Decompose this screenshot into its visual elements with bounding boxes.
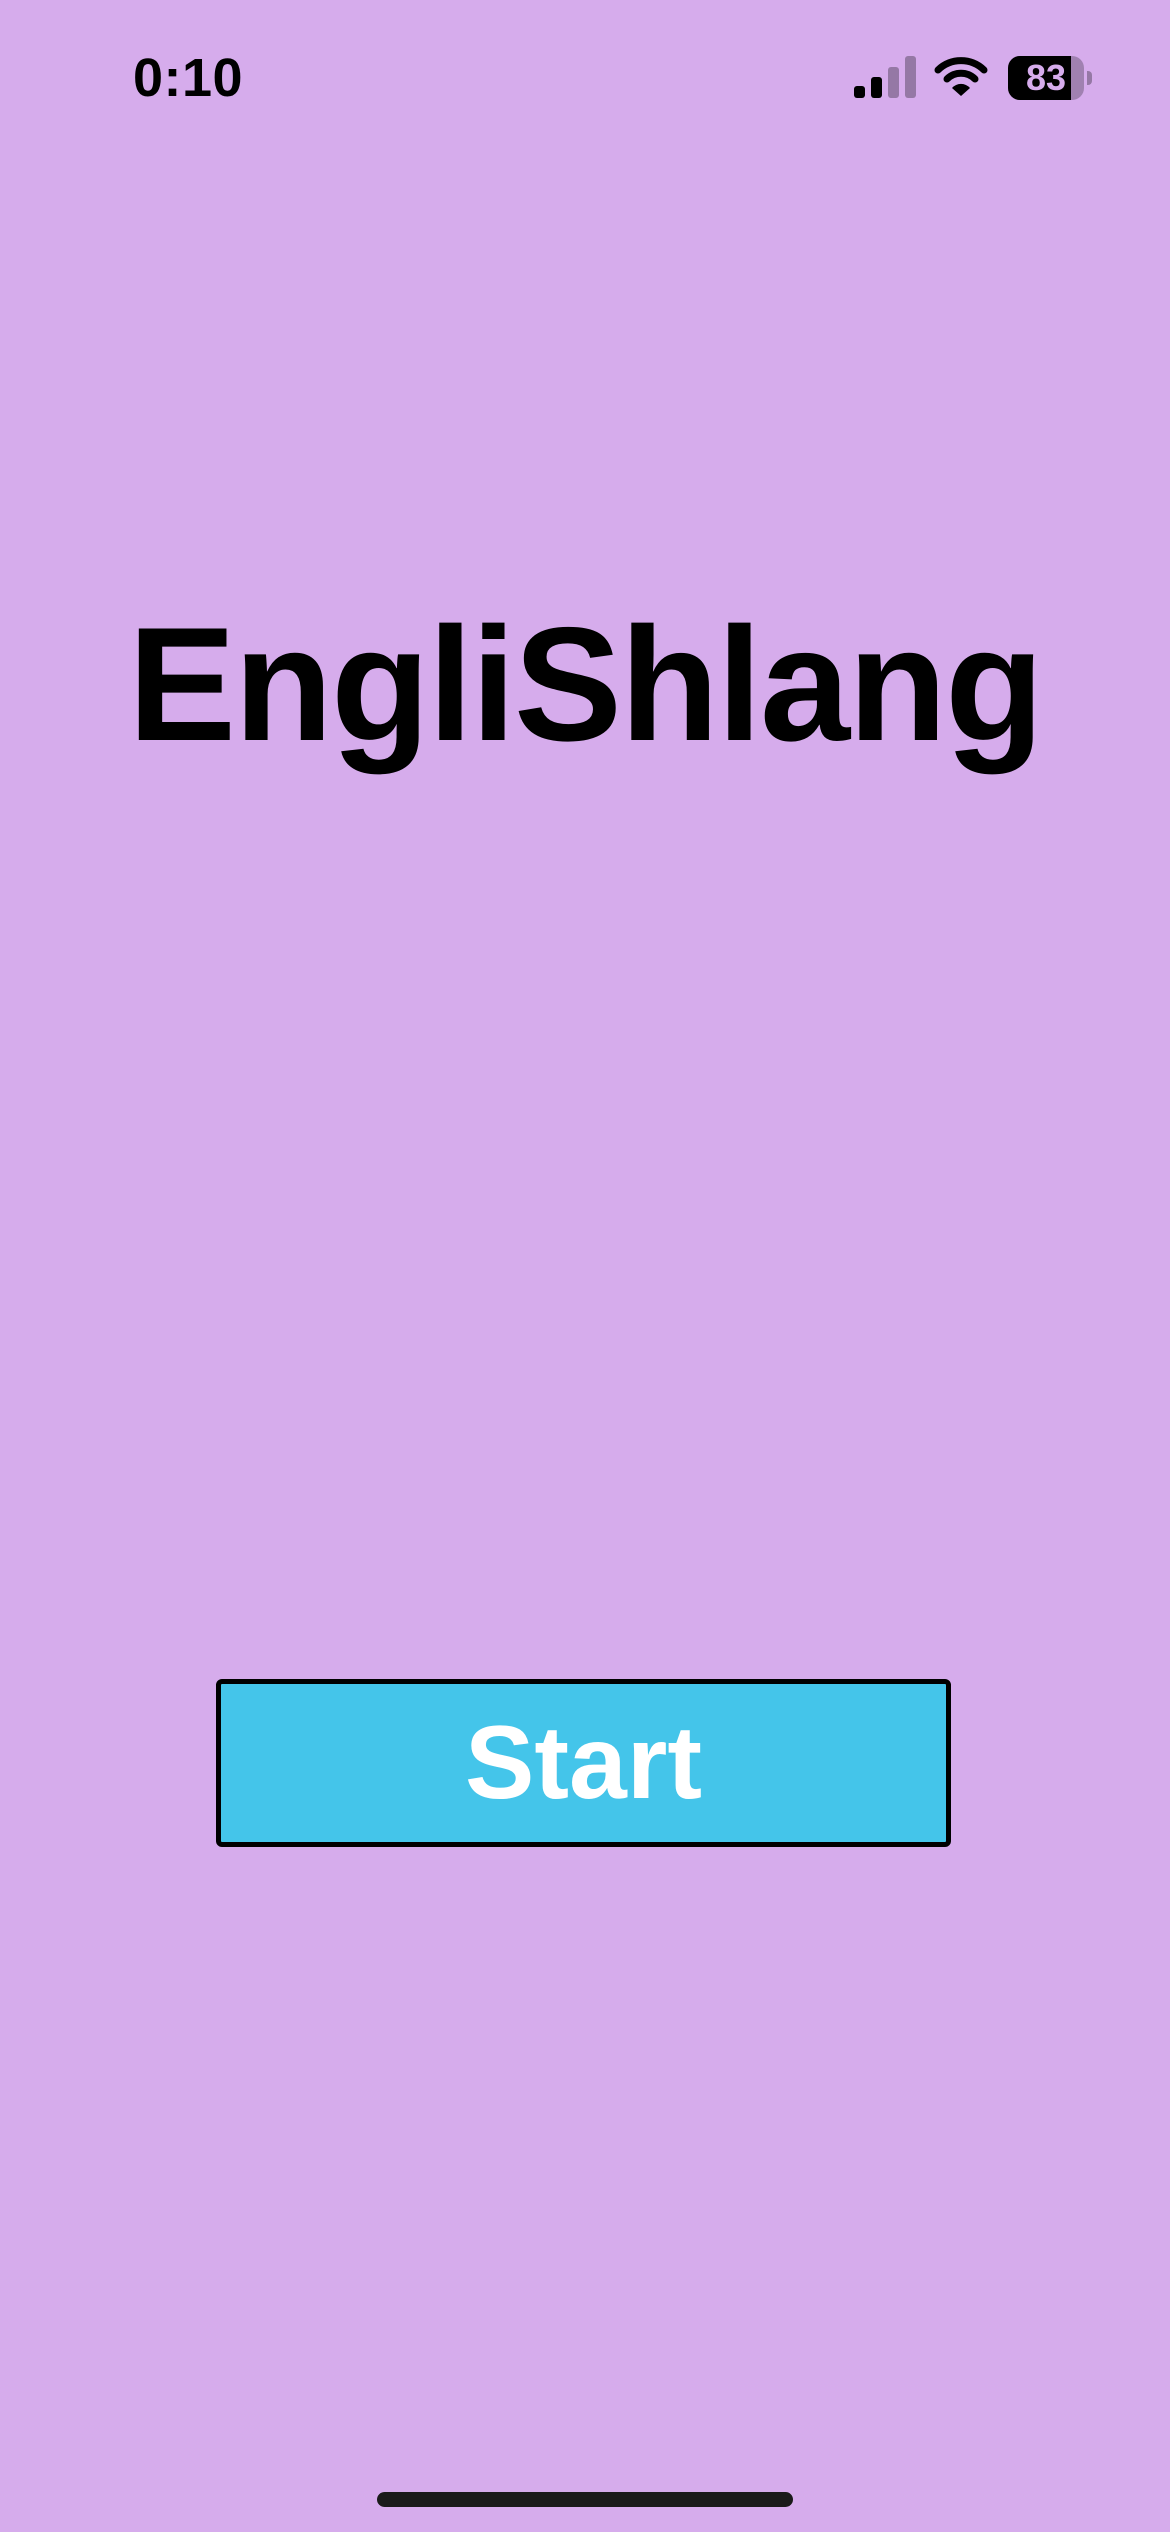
signal-icon: [854, 56, 916, 98]
start-button-label: Start: [465, 1705, 702, 1821]
status-time: 0:10: [133, 48, 244, 108]
wifi-icon: [934, 57, 988, 96]
app-title: EngliShlang: [127, 594, 1044, 775]
home-indicator[interactable]: [377, 2492, 793, 2507]
signal-bar-4: [905, 56, 916, 98]
battery-icon: 83: [1008, 56, 1092, 100]
signal-bar-2: [871, 77, 882, 98]
signal-bar-3: [888, 67, 899, 98]
signal-bar-1: [854, 86, 865, 98]
app-screen: 0:10 83 EngliShlang Start: [0, 0, 1170, 2532]
battery-cap: [1087, 71, 1092, 85]
battery-body: 83: [1008, 56, 1084, 100]
start-button[interactable]: Start: [216, 1679, 951, 1847]
battery-percent: 83: [1025, 57, 1067, 98]
